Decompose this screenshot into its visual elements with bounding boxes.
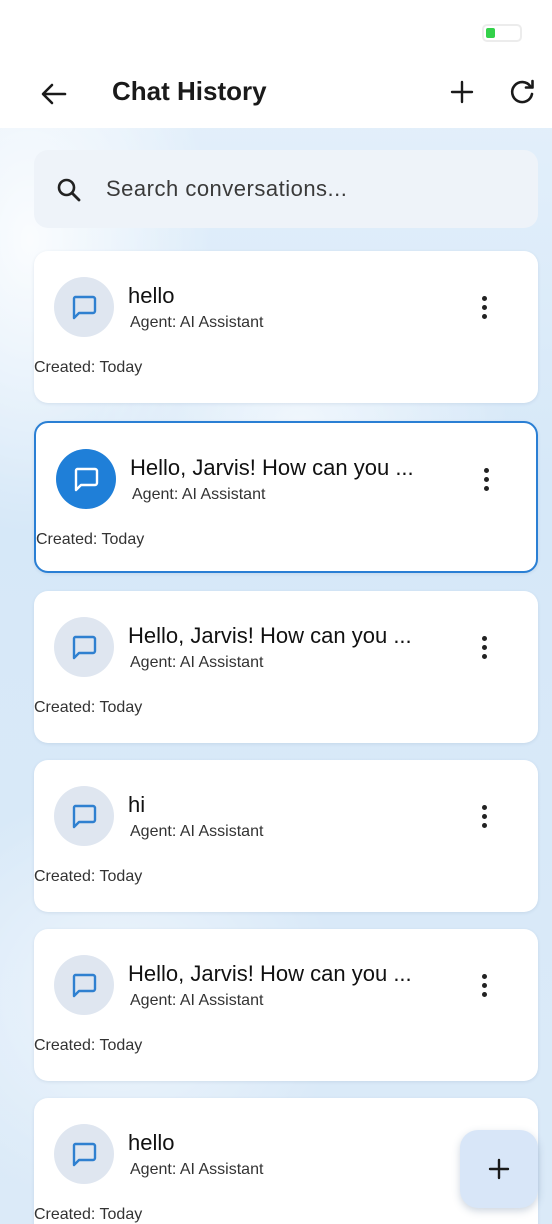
conversation-avatar xyxy=(54,786,114,846)
chat-bubble-icon xyxy=(72,635,97,660)
conversation-title: hello xyxy=(128,283,175,308)
more-options-button[interactable] xyxy=(472,459,500,499)
chat-bubble-icon xyxy=(72,1142,97,1167)
conversation-created: Created: Today xyxy=(34,699,143,716)
more-options-button[interactable] xyxy=(470,287,498,327)
conversation-created: Created: Today xyxy=(34,1037,143,1054)
status-icons xyxy=(482,24,522,42)
more-vert-icon xyxy=(481,804,487,810)
plus-icon xyxy=(488,1158,510,1180)
conversation-agent: Agent: AI Assistant xyxy=(132,486,266,503)
new-conversation-fab[interactable] xyxy=(460,1130,538,1208)
conversation-created: Created: Today xyxy=(34,1206,143,1223)
search-input[interactable] xyxy=(106,170,506,208)
chat-bubble-icon xyxy=(72,973,97,998)
conversation-avatar xyxy=(54,955,114,1015)
conversation-created: Created: Today xyxy=(34,868,143,885)
conversation-title: hi xyxy=(128,792,146,817)
conversation-title: hello xyxy=(128,1130,175,1155)
app-bar: Chat History xyxy=(0,62,552,128)
conversation-title: Hello, Jarvis! How can you ... xyxy=(128,961,412,986)
status-bar xyxy=(0,0,552,62)
conversation-avatar xyxy=(54,1124,114,1184)
conversation-created: Created: Today xyxy=(34,359,143,376)
conversation-created: Created: Today xyxy=(36,531,145,548)
refresh-icon xyxy=(510,79,534,104)
conversation-agent: Agent: AI Assistant xyxy=(130,823,264,840)
back-button[interactable] xyxy=(34,74,74,114)
conversation-agent: Agent: AI Assistant xyxy=(130,1161,264,1178)
more-vert-icon xyxy=(481,973,487,979)
conversation-agent: Agent: AI Assistant xyxy=(130,314,264,331)
more-vert-icon xyxy=(481,295,487,301)
conversation-title: Hello, Jarvis! How can you ... xyxy=(130,455,414,480)
more-vert-icon xyxy=(483,467,489,473)
conversation-avatar xyxy=(56,449,116,509)
chat-bubble-icon xyxy=(74,467,99,492)
conversation-card[interactable]: Hello, Jarvis! How can you ... Agent: AI… xyxy=(34,929,538,1081)
more-options-button[interactable] xyxy=(470,796,498,836)
conversation-card[interactable]: Hello, Jarvis! How can you ... Agent: AI… xyxy=(34,591,538,743)
conversation-avatar xyxy=(54,277,114,337)
new-chat-button[interactable] xyxy=(442,72,482,112)
conversation-avatar xyxy=(54,617,114,677)
search-icon xyxy=(57,178,81,202)
conversation-title: Hello, Jarvis! How can you ... xyxy=(128,623,412,648)
plus-icon xyxy=(450,80,474,104)
conversation-card[interactable]: Hello, Jarvis! How can you ... Agent: AI… xyxy=(34,421,538,573)
battery-icon xyxy=(482,24,522,42)
search-bar[interactable] xyxy=(34,150,538,228)
more-options-button[interactable] xyxy=(470,965,498,1005)
conversation-agent: Agent: AI Assistant xyxy=(130,992,264,1009)
conversation-card[interactable]: hi Agent: AI Assistant Created: Today xyxy=(34,760,538,912)
refresh-button[interactable] xyxy=(500,72,544,112)
conversation-card[interactable]: hello Agent: AI Assistant Created: Today xyxy=(34,251,538,403)
more-options-button[interactable] xyxy=(470,627,498,667)
conversation-agent: Agent: AI Assistant xyxy=(130,654,264,671)
more-vert-icon xyxy=(481,635,487,641)
arrow-left-icon xyxy=(41,83,67,105)
page-title: Chat History xyxy=(112,76,267,106)
chat-bubble-icon xyxy=(72,804,97,829)
chat-bubble-icon xyxy=(72,295,97,320)
